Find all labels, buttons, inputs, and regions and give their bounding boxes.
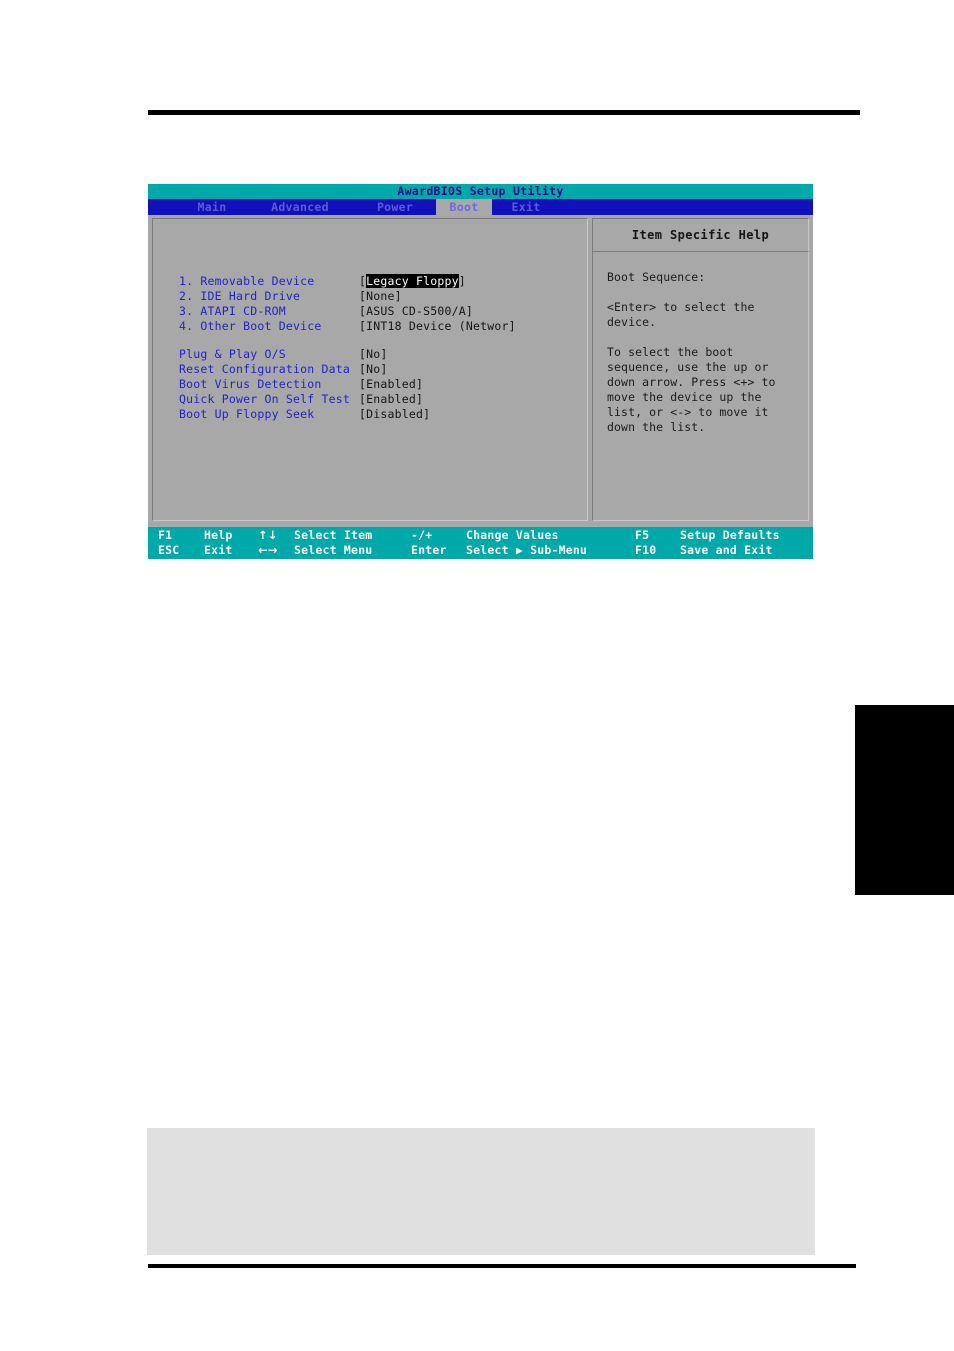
setting-label-plug-and-play-os: Plug & Play O/S [179,347,286,361]
help-panel-body: Boot Sequence: <Enter> to select the dev… [592,252,809,521]
setting-value-boot-up-floppy-seek[interactable]: [Disabled] [359,407,430,422]
boot-device-value-2[interactable]: [None] [359,289,402,304]
boot-device-row-4[interactable]: 4. Other Boot Device [INT18 Device (Netw… [179,319,579,334]
legend-action-select-item: Select Item [294,528,373,542]
help-panel-title: Item Specific Help [592,218,809,252]
boot-options-list: 1. Removable Device [Legacy Floppy] 2. I… [179,274,579,422]
bios-menu-bar: Main Advanced Power Boot Exit [148,199,813,215]
bios-content-area: 1. Removable Device [Legacy Floppy] 2. I… [148,215,813,527]
item-specific-help-panel: Item Specific Help Boot Sequence: <Enter… [592,218,809,521]
boot-device-row-3[interactable]: 3. ATAPI CD-ROM [ASUS CD-S500/A] [179,304,579,319]
legend-action-exit: Exit [204,543,233,557]
boot-options-panel: 1. Removable Device [Legacy Floppy] 2. I… [152,218,588,521]
bios-title: AwardBIOS Setup Utility [148,184,813,199]
up-down-arrow-icon[interactable]: ↑↓ [258,527,278,543]
setting-label-boot-up-floppy-seek: Boot Up Floppy Seek [179,407,315,421]
boot-device-label-1: 1. Removable Device [179,274,315,288]
help-line: list, or <-> to move it [607,405,769,419]
page-top-rule [148,110,860,115]
boot-device-value-3[interactable]: [ASUS CD-S500/A] [359,304,473,319]
boot-device-label-3: 3. ATAPI CD-ROM [179,304,286,318]
legend-action-help: Help [204,528,233,542]
left-right-arrow-icon[interactable]: ←→ [258,542,278,558]
tab-exit[interactable]: Exit [492,199,560,215]
menu-spacer [148,199,178,215]
boot-device-row-1[interactable]: 1. Removable Device [Legacy Floppy] [179,274,579,289]
setting-label-reset-configuration-data: Reset Configuration Data [179,362,350,376]
legend-key-minus-plus[interactable]: -/+ [411,527,432,543]
legend-action-select-menu: Select Menu [294,543,373,557]
tab-advanced[interactable]: Advanced [246,199,354,215]
help-line-gap [607,330,808,345]
bracket-close: ] [458,274,466,288]
setting-value-quick-power-on-self-test[interactable]: [Enabled] [359,392,423,407]
help-line-gap [607,285,808,300]
boot-device-label-2: 2. IDE Hard Drive [179,289,301,303]
setting-row-quick-power-on-self-test[interactable]: Quick Power On Self Test [Enabled] [179,392,579,407]
bios-setup-window: AwardBIOS Setup Utility Main Advanced Po… [148,184,813,559]
tab-power[interactable]: Power [354,199,436,215]
chapter-thumb-tab [855,705,954,895]
setting-label-boot-virus-detection: Boot Virus Detection [179,377,322,391]
help-line: down the list. [607,420,706,434]
help-line: <Enter> to select the [607,300,755,314]
setting-row-boot-virus-detection[interactable]: Boot Virus Detection [Enabled] [179,377,579,392]
options-gap [179,334,579,347]
legend-row-1: F1 Help ↑↓ Select Item -/+ Change Values… [148,527,813,543]
help-line: To select the boot [607,345,734,359]
help-line: Boot Sequence: [607,270,706,284]
help-line: device. [607,315,657,329]
legend-key-esc[interactable]: ESC [158,542,179,558]
legend-row-2: ESC Exit ←→ Select Menu Enter Select ▶ S… [148,542,813,558]
setting-row-plug-and-play-os[interactable]: Plug & Play O/S [No] [179,347,579,362]
setting-row-reset-configuration-data[interactable]: Reset Configuration Data [No] [179,362,579,377]
legend-action-change-values: Change Values [466,528,559,542]
boot-device-label-4: 4. Other Boot Device [179,319,322,333]
boot-device-value-1[interactable]: [Legacy Floppy] [359,274,466,289]
help-line: move the device up the [607,390,762,404]
page-bottom-rule [148,1264,856,1268]
tab-boot[interactable]: Boot [436,199,492,215]
boot-device-value-1-selected[interactable]: Legacy Floppy [366,274,459,288]
setting-value-boot-virus-detection[interactable]: [Enabled] [359,377,423,392]
help-line: down arrow. Press <+> to [607,375,776,389]
setting-label-quick-power-on-self-test: Quick Power On Self Test [179,392,350,406]
help-line: sequence, use the up or [607,360,769,374]
bottom-note-box [147,1128,815,1255]
setting-value-plug-and-play-os[interactable]: [No] [359,347,388,362]
tab-main[interactable]: Main [178,199,246,215]
legend-key-f10[interactable]: F10 [635,542,656,558]
boot-device-row-2[interactable]: 2. IDE Hard Drive [None] [179,289,579,304]
legend-action-select-sub-menu: Select ▶ Sub-Menu [466,543,588,557]
legend-key-enter[interactable]: Enter [411,542,447,558]
boot-device-value-4[interactable]: [INT18 Device (Networ] [359,319,516,334]
setting-value-reset-configuration-data[interactable]: [No] [359,362,388,377]
bios-legend-bar: F1 Help ↑↓ Select Item -/+ Change Values… [148,527,813,559]
legend-key-f1[interactable]: F1 [158,527,172,543]
legend-key-f5[interactable]: F5 [635,527,649,543]
legend-action-setup-defaults: Setup Defaults [680,528,780,542]
legend-action-save-and-exit: Save and Exit [680,543,773,557]
setting-row-boot-up-floppy-seek[interactable]: Boot Up Floppy Seek [Disabled] [179,407,579,422]
